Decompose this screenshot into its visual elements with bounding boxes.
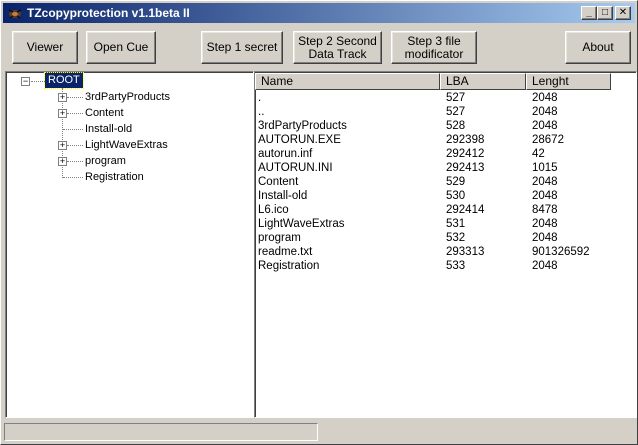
cell-name: 3rdPartyProducts	[258, 120, 347, 132]
cell-name: Install-old	[258, 190, 308, 202]
maximize-icon: □	[601, 7, 609, 18]
expand-icon[interactable]: +	[58, 93, 67, 102]
close-button[interactable]: ✕	[615, 6, 631, 20]
window-title: TZcopyprotection v1.1beta II	[27, 6, 190, 20]
open-cue-button-label: Open Cue	[93, 40, 149, 54]
cell-name: program	[258, 232, 301, 244]
tree-line	[67, 113, 83, 114]
collapse-icon[interactable]: −	[21, 77, 30, 86]
cell-name: readme.txt	[258, 246, 313, 258]
step3-button-label-line2: modificator	[404, 46, 464, 61]
cell-lba: 529	[446, 176, 466, 188]
title-bar[interactable]: TZcopyprotection v1.1beta II _ □ ✕	[3, 3, 635, 23]
step3-file-modificator-button[interactable]: Step 3 file modificator	[391, 31, 477, 64]
cell-name: AUTORUN.INI	[258, 162, 333, 174]
tree-root[interactable]: ROOT	[44, 72, 84, 89]
tree-line	[67, 161, 83, 162]
cell-length: 42	[532, 148, 545, 160]
expand-icon[interactable]: +	[58, 109, 67, 118]
cell-length: 901326592	[532, 246, 590, 258]
step3-button-label-line1: Step 3 file	[407, 33, 461, 48]
app-icon	[8, 9, 22, 19]
step2-second-data-track-button[interactable]: Step 2 Second Data Track	[293, 31, 382, 64]
tree-line	[63, 177, 83, 178]
open-cue-button[interactable]: Open Cue	[86, 31, 156, 64]
step2-button-label-line1: Step 2 Second	[298, 33, 377, 48]
column-header-length[interactable]: Lenght	[526, 73, 611, 90]
cell-length: 2048	[532, 120, 558, 132]
cell-lba: 293313	[446, 246, 485, 258]
cell-length: 2048	[532, 218, 558, 230]
column-header-lba[interactable]: LBA	[440, 73, 526, 90]
cell-length: 2048	[532, 176, 558, 188]
cell-lba: 527	[446, 106, 466, 118]
about-button[interactable]: About	[565, 31, 631, 64]
close-icon: ✕	[618, 7, 628, 18]
cell-name: ..	[258, 106, 265, 118]
tree-line	[67, 97, 83, 98]
tree-item-registration[interactable]: Registration	[85, 170, 144, 184]
cell-name: autorun.inf	[258, 148, 313, 160]
step1-button-label: Step 1 secret	[206, 40, 278, 54]
cell-lba: 528	[446, 120, 466, 132]
cell-name: AUTORUN.EXE	[258, 134, 341, 146]
maximize-button[interactable]: □	[597, 6, 613, 20]
cell-length: 2048	[532, 190, 558, 202]
step2-button-label-line2: Data Track	[308, 46, 367, 61]
cell-length: 8478	[532, 204, 558, 216]
minimize-button[interactable]: _	[581, 6, 597, 20]
step1-secret-button[interactable]: Step 1 secret	[201, 31, 283, 64]
viewer-button-label: Viewer	[26, 40, 64, 54]
tree-item-program[interactable]: program	[85, 154, 126, 168]
cell-length: 1015	[532, 162, 558, 174]
cell-lba: 527	[446, 92, 466, 104]
cell-lba: 292414	[446, 204, 485, 216]
cell-length: 2048	[532, 106, 558, 118]
cell-lba: 532	[446, 232, 466, 244]
tree-item-content[interactable]: Content	[85, 106, 124, 120]
cell-length: 28672	[532, 134, 564, 146]
tree-item-install-old[interactable]: Install-old	[85, 122, 132, 136]
cell-lba: 292398	[446, 134, 485, 146]
cell-name: Registration	[258, 260, 320, 272]
cell-name: Content	[258, 176, 299, 188]
cell-name: LightWaveExtras	[258, 218, 345, 230]
cell-name: .	[258, 92, 262, 104]
minimize-icon: _	[586, 7, 592, 18]
status-bar	[4, 423, 318, 441]
tree-line	[63, 129, 83, 130]
tree-line	[67, 145, 83, 146]
about-button-label: About	[582, 40, 614, 54]
cell-length: 2048	[532, 92, 558, 104]
cell-length: 2048	[532, 260, 558, 272]
cell-name: L6.ico	[258, 204, 289, 216]
expand-icon[interactable]: +	[58, 157, 67, 166]
tree-line	[31, 81, 45, 82]
cell-lba: 292412	[446, 148, 485, 160]
column-header-name[interactable]: Name	[255, 73, 440, 90]
viewer-button[interactable]: Viewer	[12, 31, 78, 64]
cell-lba: 292413	[446, 162, 485, 174]
cell-length: 2048	[532, 232, 558, 244]
cell-lba: 530	[446, 190, 466, 202]
tree-item-lightwaveextras[interactable]: LightWaveExtras	[85, 138, 168, 152]
expand-icon[interactable]: +	[58, 141, 67, 150]
tree-item-3rdpartyproducts[interactable]: 3rdPartyProducts	[85, 90, 170, 104]
main-window: TZcopyprotection v1.1beta II _ □ ✕ Viewe…	[0, 0, 638, 445]
cell-lba: 531	[446, 218, 466, 230]
cell-lba: 533	[446, 260, 466, 272]
